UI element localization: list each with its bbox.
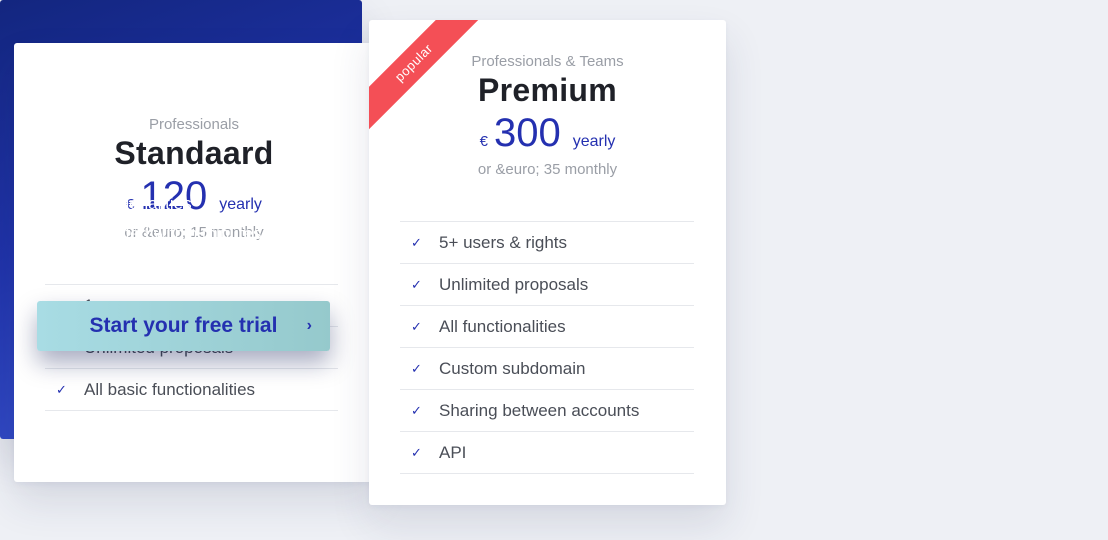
feature-item: ✓ Custom subdomain — [400, 348, 694, 390]
currency-symbol: € — [479, 133, 488, 150]
price: € 300 yearly — [369, 113, 726, 153]
check-icon: ✓ — [411, 444, 422, 460]
feature-label: Custom subdomain — [439, 358, 586, 378]
chevron-right-icon: › — [40, 166, 45, 183]
trial-benefits: › No costs › All functionalities › Get star… — [37, 160, 262, 278]
feature-item: ✓ API — [400, 432, 694, 474]
start-free-trial-button[interactable]: Start your free trial › — [37, 301, 330, 351]
feature-list: ✓ 5+ users & rights ✓ Unlimited proposals … — [400, 221, 694, 474]
benefit-item: › All functionalities — [37, 190, 262, 220]
feature-label: Sharing between accounts — [439, 400, 640, 420]
check-icon: ✓ — [411, 234, 422, 250]
benefit-label: No automatic renewal — [65, 253, 230, 273]
benefit-label: Get started within minutes — [65, 223, 262, 243]
price-value: 300 — [493, 111, 561, 155]
check-icon: ✓ — [411, 276, 422, 292]
feature-item: ✓ Sharing between accounts — [400, 390, 694, 432]
feature-label: Unlimited proposals — [439, 274, 589, 294]
benefit-label: No costs — [65, 164, 132, 184]
chevron-right-icon: › — [40, 225, 45, 242]
benefit-label: All functionalities — [65, 194, 192, 214]
check-icon: ✓ — [411, 360, 422, 376]
benefit-item: › No costs — [37, 160, 262, 190]
feature-item: ✓ Unlimited proposals — [400, 264, 694, 306]
feature-label: 5+ users & rights — [439, 232, 568, 252]
price-period: yearly — [572, 133, 616, 150]
feature-label: All basic functionalities — [84, 379, 256, 399]
trial-title: 14 day free trial with no obligations — [37, 89, 271, 139]
feature-item: ✓ All basic functionalities — [45, 369, 338, 411]
check-icon: ✓ — [411, 402, 422, 418]
plan-card-premium: popular Professionals & Teams Premium € … — [369, 20, 726, 505]
feature-item: ✓ All functionalities — [400, 306, 694, 348]
check-icon: ✓ — [411, 318, 422, 334]
chevron-right-icon: › — [306, 317, 312, 334]
chevron-right-icon: › — [40, 196, 45, 213]
chevron-right-icon: › — [40, 255, 45, 272]
benefit-item: › Get started within minutes — [37, 219, 262, 249]
feature-label: All functionalities — [439, 316, 566, 336]
feature-label: API — [439, 442, 467, 462]
check-icon: ✓ — [56, 381, 67, 397]
plan-header: Professionals & Teams Premium € 300 year… — [369, 53, 726, 178]
button-label: Start your free trial — [89, 314, 278, 337]
feature-item: ✓ 5+ users & rights — [400, 222, 694, 264]
plan-audience: Professionals & Teams — [471, 53, 624, 70]
benefit-item: › No automatic renewal — [37, 249, 262, 279]
plan-name: Premium — [477, 72, 618, 108]
monthly-price: or &euro; 35 monthly — [477, 161, 618, 178]
